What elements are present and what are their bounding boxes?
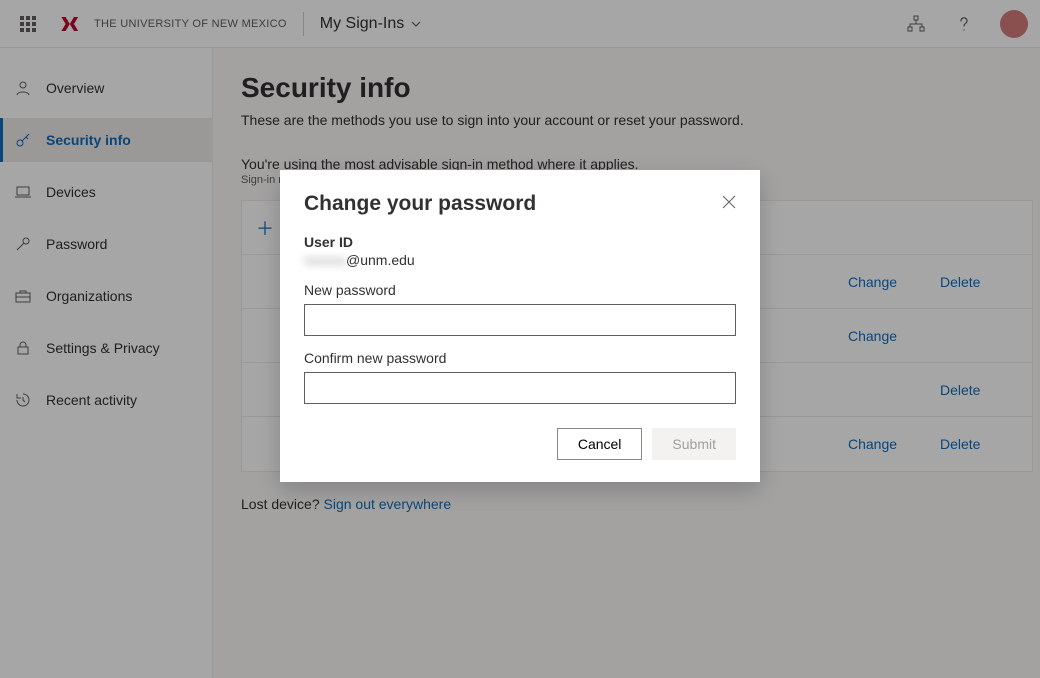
userid-domain: @unm.edu bbox=[346, 252, 415, 268]
close-button[interactable] bbox=[722, 195, 736, 214]
new-password-input[interactable] bbox=[304, 304, 736, 336]
close-icon bbox=[722, 195, 736, 209]
dialog-title: Change your password bbox=[304, 192, 536, 216]
new-password-label: New password bbox=[304, 282, 736, 298]
change-password-dialog: Change your password User ID xxxxxx@unm.… bbox=[280, 170, 760, 482]
submit-button[interactable]: Submit bbox=[652, 428, 736, 460]
confirm-password-input[interactable] bbox=[304, 372, 736, 404]
userid-label: User ID bbox=[304, 234, 736, 250]
confirm-password-label: Confirm new password bbox=[304, 350, 736, 366]
cancel-button[interactable]: Cancel bbox=[557, 428, 643, 460]
modal-overlay[interactable]: Change your password User ID xxxxxx@unm.… bbox=[0, 0, 1040, 678]
userid-value: xxxxxx@unm.edu bbox=[304, 252, 736, 268]
